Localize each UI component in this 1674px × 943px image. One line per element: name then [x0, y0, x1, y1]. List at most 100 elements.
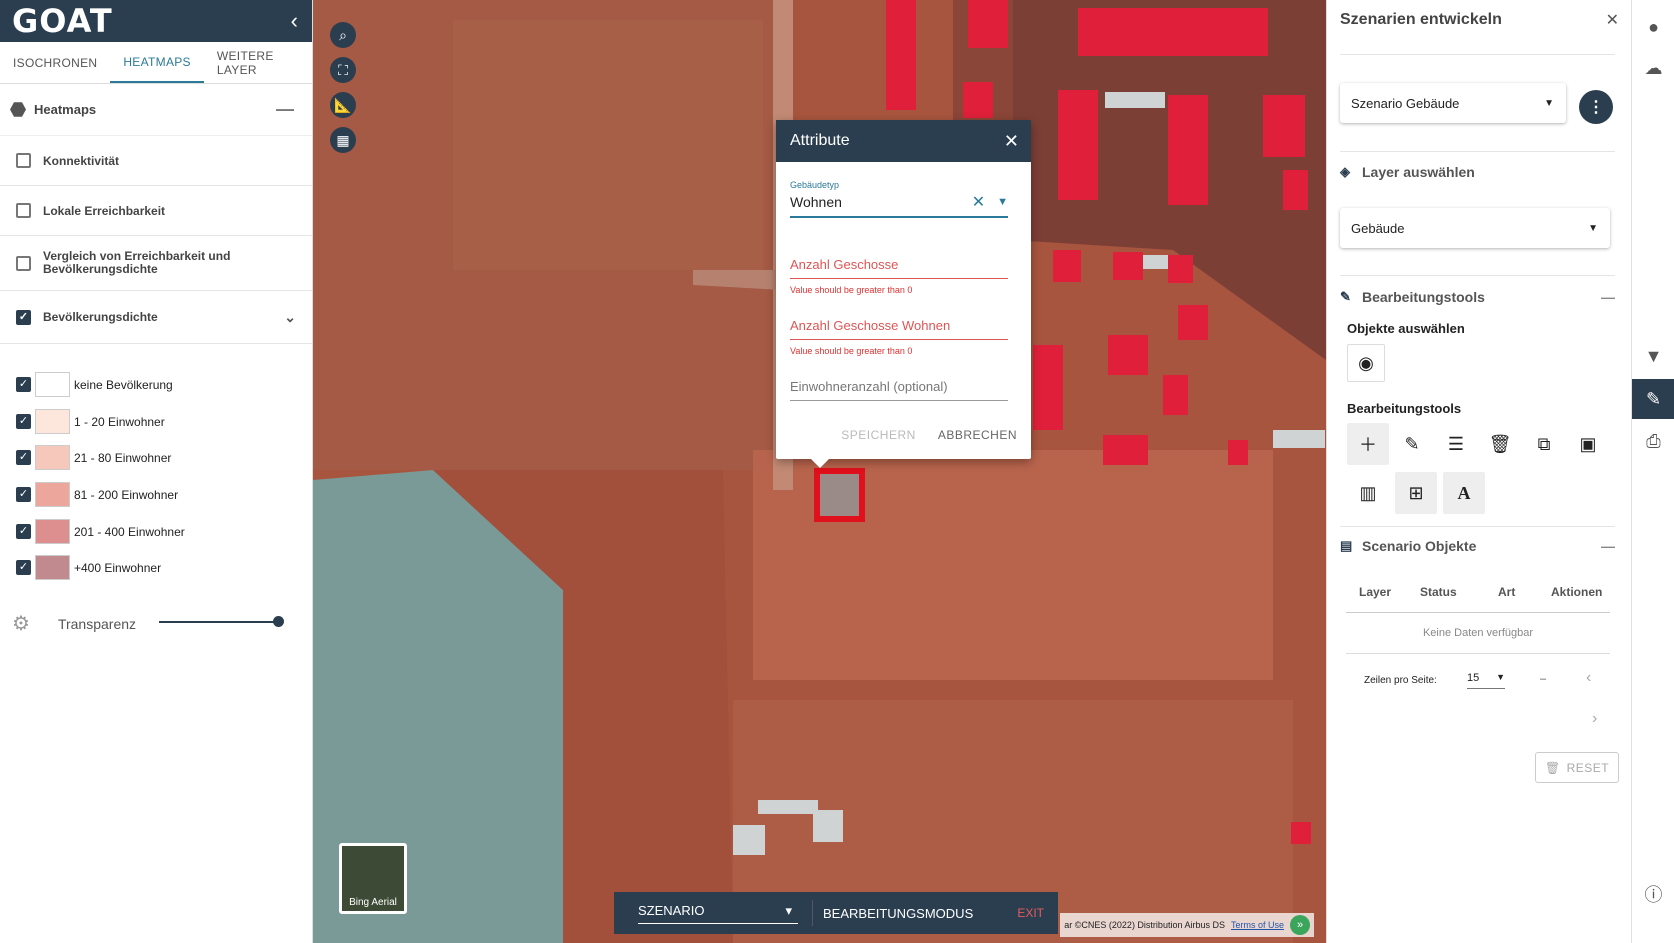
- column-header-art[interactable]: Art: [1498, 585, 1515, 599]
- checkbox-checked[interactable]: ✓: [16, 524, 31, 539]
- dialog-pointer: [811, 459, 829, 468]
- edit-scenario-icon[interactable]: ✎: [1632, 379, 1674, 419]
- checkbox[interactable]: [16, 255, 31, 271]
- column-header-layer[interactable]: Layer: [1359, 585, 1391, 599]
- checkbox[interactable]: [16, 203, 31, 218]
- tab-isochronen[interactable]: ISOCHRONEN: [0, 42, 110, 83]
- checkbox-checked[interactable]: ✓: [16, 414, 31, 429]
- search-icon[interactable]: ⌕: [330, 22, 356, 48]
- geschosse-input[interactable]: Anzahl Geschosse: [790, 257, 1008, 279]
- divider: [1340, 275, 1615, 276]
- gebaeudetyp-field[interactable]: Gebäudetyp Wohnen ✕ ▼: [790, 180, 1008, 218]
- dropdown-arrow-icon: ▼: [1544, 97, 1554, 109]
- transparency-control: ⚙ Transparenz: [12, 611, 136, 636]
- building-icon[interactable]: ▥: [1347, 472, 1389, 514]
- checkbox-checked[interactable]: ✓: [16, 487, 31, 502]
- dialog-title: Attribute: [790, 132, 850, 149]
- map-layers-icon[interactable]: ▦: [330, 127, 356, 153]
- column-header-status[interactable]: Status: [1420, 585, 1457, 599]
- dropdown-arrow-icon: ▾: [785, 902, 792, 918]
- collapse-section-icon[interactable]: —: [1601, 289, 1615, 305]
- checkbox-checked[interactable]: ✓: [16, 560, 31, 575]
- text-label-icon[interactable]: A: [1443, 472, 1485, 514]
- geschosse-field[interactable]: Anzahl Geschosse Value should be greater…: [790, 257, 1008, 295]
- print-icon[interactable]: ⎙: [1632, 421, 1674, 461]
- layer-row-bevoelkerungsdichte[interactable]: ✓ Bevölkerungsdichte ⌄: [0, 291, 312, 344]
- cancel-button[interactable]: ABBRECHEN: [938, 428, 1017, 442]
- gear-icon[interactable]: ⚙: [12, 611, 30, 636]
- next-page-icon[interactable]: ›: [1592, 710, 1597, 728]
- edit-feature-icon[interactable]: ✎: [1391, 423, 1433, 465]
- column-header-aktionen[interactable]: Aktionen: [1551, 585, 1602, 599]
- select-target-icon[interactable]: ◉: [1347, 344, 1385, 382]
- dropdown-arrow-icon[interactable]: ▼: [997, 196, 1008, 208]
- reset-button[interactable]: 🗑 RESET: [1535, 752, 1619, 783]
- legend-item: ✓ 201 - 400 Einwohner: [16, 519, 185, 544]
- clear-icon[interactable]: ✕: [972, 192, 985, 212]
- terms-of-use-link[interactable]: Terms of Use: [1231, 920, 1284, 930]
- collapse-section-icon[interactable]: —: [1601, 538, 1615, 554]
- legend-label: 1 - 20 Einwohner: [74, 414, 165, 429]
- edit-mode-label[interactable]: BEARBEITUNGSMODUS: [812, 900, 973, 926]
- left-panel: GOAT ‹ ISOCHRONEN HEATMAPS WEITERE LAYER…: [0, 0, 313, 943]
- tab-weitere-layer[interactable]: WEITERE LAYER: [204, 42, 312, 83]
- fullscreen-icon[interactable]: ⛶: [330, 57, 356, 83]
- tools-section-header: ✎ Bearbeitungstools —: [1340, 289, 1615, 305]
- list-icon: ▤: [1340, 538, 1353, 553]
- expand-attribution-icon[interactable]: »: [1290, 915, 1310, 935]
- delete-icon[interactable]: 🗑: [1479, 423, 1521, 465]
- cloud-icon[interactable]: ☁: [1632, 48, 1674, 88]
- info-icon[interactable]: ⓘ: [1632, 874, 1674, 914]
- legend-item: ✓ 81 - 200 Einwohner: [16, 482, 178, 507]
- scenario-select[interactable]: SZENARIO ▾: [638, 903, 798, 924]
- gebaeudetyp-select[interactable]: Wohnen ✕ ▼: [790, 190, 1008, 218]
- layer-row-vergleich[interactable]: Vergleich von Erreichbarkeit und Bevölke…: [0, 236, 312, 291]
- rows-per-page-select[interactable]: 15 ▼: [1467, 672, 1505, 689]
- basemap-switcher[interactable]: Bing Aerial: [339, 843, 407, 914]
- header-bar: GOAT ‹: [0, 0, 312, 42]
- trash-icon: 🗑: [1544, 760, 1561, 775]
- chevron-down-icon[interactable]: ⌄: [284, 309, 296, 326]
- close-icon[interactable]: ✕: [1606, 10, 1619, 30]
- geschosse-wohnen-field[interactable]: Anzahl Geschosse Wohnen Value should be …: [790, 318, 1008, 356]
- geschosse-wohnen-input[interactable]: Anzahl Geschosse Wohnen: [790, 318, 1008, 340]
- tools-section-title: Bearbeitungstools: [1362, 289, 1485, 305]
- copy-icon[interactable]: ⧉: [1523, 423, 1565, 465]
- legend-swatch: [35, 445, 70, 470]
- layer-select[interactable]: Gebäude ▼: [1340, 208, 1610, 248]
- exit-button[interactable]: EXIT: [1017, 906, 1044, 920]
- measure-icon[interactable]: 📐: [330, 92, 356, 118]
- more-options-icon[interactable]: ⋮: [1579, 90, 1613, 124]
- checkbox[interactable]: [16, 153, 31, 168]
- slider-knob[interactable]: [273, 616, 284, 627]
- layer-row-lokale-erreichbarkeit[interactable]: Lokale Erreichbarkeit: [0, 186, 312, 236]
- collapse-panel-icon[interactable]: ‹: [291, 8, 298, 34]
- einwohner-field[interactable]: Einwohneranzahl (optional): [790, 379, 1008, 401]
- layer-select-value: Gebäude: [1351, 220, 1405, 236]
- panel-header: Szenarien entwickeln ✕: [1327, 0, 1631, 40]
- layer-label: Bevölkerungsdichte: [43, 310, 158, 324]
- basemap-label: Bing Aerial: [349, 897, 397, 908]
- einwohner-input[interactable]: Einwohneranzahl (optional): [790, 379, 1008, 401]
- transparency-slider[interactable]: [159, 616, 284, 627]
- attribute-list-icon[interactable]: ☰: [1435, 423, 1477, 465]
- collapse-section-icon[interactable]: —: [276, 99, 302, 120]
- save-button[interactable]: SPEICHERN: [841, 428, 916, 442]
- checkbox-checked[interactable]: ✓: [16, 309, 31, 325]
- scenario-bottom-bar: SZENARIO ▾ BEARBEITUNGSMODUS EXIT: [614, 892, 1058, 934]
- add-feature-icon[interactable]: ＋: [1347, 423, 1389, 465]
- user-icon[interactable]: ●: [1632, 7, 1674, 47]
- scenario-select[interactable]: Szenario Gebäude ▼: [1340, 83, 1566, 123]
- layer-row-konnektivitaet[interactable]: Konnektivität: [0, 136, 312, 186]
- grid-icon[interactable]: ⊞: [1395, 472, 1437, 514]
- tab-heatmaps[interactable]: HEATMAPS: [110, 42, 204, 83]
- close-icon[interactable]: ✕: [1004, 131, 1019, 152]
- objects-section-header: ▤ Scenario Objekte —: [1340, 538, 1615, 554]
- checkbox-checked[interactable]: ✓: [16, 377, 31, 392]
- prev-page-icon[interactable]: ‹: [1586, 669, 1591, 687]
- filter-icon[interactable]: ▼: [1632, 336, 1674, 376]
- checkbox-checked[interactable]: ✓: [16, 450, 31, 465]
- legend-label: +400 Einwohner: [74, 560, 162, 575]
- heatmaps-section-header[interactable]: Heatmaps —: [0, 84, 312, 136]
- image-upload-icon[interactable]: ▣: [1567, 423, 1609, 465]
